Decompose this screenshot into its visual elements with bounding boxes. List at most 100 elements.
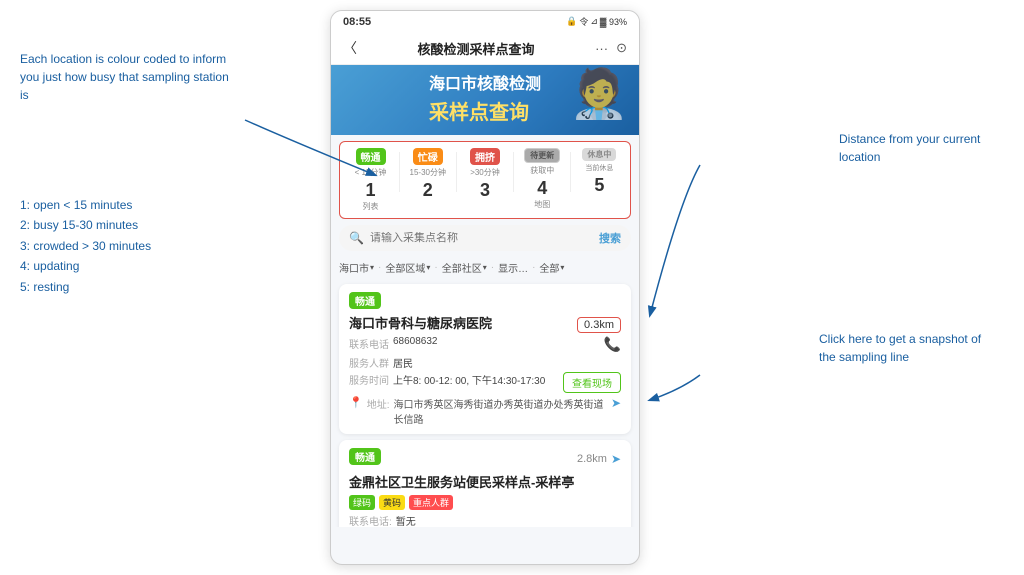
tab-busy-sub: 15-30分钟 (410, 167, 446, 178)
card1-addr-val: 海口市秀英区海秀街道办秀英街道办处秀英街道长信路 (393, 396, 606, 426)
card1-group-val: 居民 (393, 355, 621, 370)
card1-distance: 0.3km (577, 317, 621, 333)
card1-phone-val: 68608632 (393, 336, 600, 347)
badge-busy: 忙碌 (413, 148, 443, 165)
more-icon[interactable]: ··· (595, 41, 608, 56)
location-icon: 📍 (349, 396, 363, 409)
badge-smooth: 畅通 (356, 148, 386, 165)
card1-group-label: 服务人群 (349, 355, 389, 370)
filter-community[interactable]: 全部社区 ▾ (442, 260, 487, 275)
filter-bar: 海口市 ▾ · 全部区域 ▾ · 全部社区 ▾ · 显示… · 全部 ▾ (331, 257, 639, 278)
card1-title: 海口市骨科与糖尿病医院 (349, 313, 492, 332)
phone-icon[interactable]: 📞 (604, 336, 621, 353)
tab-crowded-num: 3 (480, 180, 490, 201)
banner: 海口市核酸检测 采样点查询 🧑‍⚕️ (331, 65, 639, 135)
station-card-2: 畅通 2.8km ➤ 金鼎社区卫生服务站便民采样点-采样亭 绿码 黄码 重点人群… (339, 440, 631, 527)
card1-addr-label: 地址: (367, 396, 390, 411)
left-annotation: Each location is colour coded to inform … (20, 50, 240, 104)
chevron-down-icon-4: ▾ (560, 263, 564, 272)
arrow-right-to-view (650, 375, 700, 400)
tab-smooth-sub: < 15分钟 (355, 167, 387, 178)
tab-smooth[interactable]: 畅通 < 15分钟 1 列表 (346, 148, 396, 212)
card2-phone-row: 联系电话: 暂无 (349, 513, 621, 527)
tab-divider-2 (456, 152, 457, 192)
tab-updating[interactable]: 待更新 获取中 4 地图 (517, 148, 567, 210)
tab-resting-num: 5 (594, 175, 604, 196)
filter-region[interactable]: 全部区域 ▾ (385, 260, 430, 275)
card2-status-badge: 畅通 (349, 448, 381, 465)
tab-updating-label: 地图 (534, 199, 550, 210)
card2-badge-row: 畅通 (349, 448, 381, 465)
card1-group-row: 服务人群 居民 (349, 355, 621, 370)
tab-smooth-label: 列表 (363, 201, 379, 212)
card2-distance: 2.8km (577, 453, 607, 465)
right-bottom-annotation-text: Click here to get a snapshot of the samp… (819, 332, 981, 364)
tab-crowded[interactable]: 拥挤 >30分钟 3 (460, 148, 510, 201)
tag-key-group: 重点人群 (409, 495, 453, 510)
tab-updating-sub: 获取中 (530, 165, 554, 176)
share-icon[interactable]: ➤ (611, 396, 621, 410)
badge-crowded: 拥挤 (470, 148, 500, 165)
legend-5: 5: resting (20, 277, 151, 297)
chevron-down-icon-2: ▾ (426, 263, 430, 272)
tab-divider-3 (513, 152, 514, 192)
nav-title: 核酸检测采样点查询 (418, 39, 535, 58)
tab-crowded-sub: >30分钟 (470, 167, 500, 178)
lock-icon: 🔒 (566, 16, 577, 27)
card2-title: 金鼎社区卫生服务站便民采样点-采样亭 (349, 472, 621, 491)
target-icon[interactable]: ⊙ (616, 40, 627, 56)
legend-4: 4: updating (20, 256, 151, 276)
view-scene-button[interactable]: 查看现场 (563, 372, 621, 393)
filter-sep-2: · (434, 262, 437, 273)
card1-time-label: 服务时间 (349, 372, 389, 387)
cards-area: 畅通 海口市骨科与糖尿病医院 0.3km 联系电话 68608632 📞 服务人… (331, 278, 639, 527)
filter-city[interactable]: 海口市 ▾ (339, 260, 374, 275)
tab-resting[interactable]: 休息中 当前休息 5 (574, 148, 624, 196)
search-button[interactable]: 搜索 (599, 230, 621, 246)
chevron-down-icon-3: ▾ (483, 263, 487, 272)
tab-busy[interactable]: 忙碌 15-30分钟 2 (403, 148, 453, 201)
card2-phone-val: 暂无 (396, 513, 621, 527)
card1-addr-row: 📍 地址: 海口市秀英区海秀街道办秀英街道办处秀英街道长信路 ➤ (349, 396, 621, 426)
card1-status-badge: 畅通 (349, 292, 381, 309)
filter-show[interactable]: 显示… (498, 260, 528, 275)
legend-3: 3: crowded > 30 minutes (20, 236, 151, 256)
phone-mockup: 08:55 🔒 令 ⊿ ▓ 93% 〈 核酸检测采样点查询 ··· ⊙ 海口市核… (330, 10, 640, 565)
left-annotation-text: Each location is colour coded to inform … (20, 52, 229, 102)
search-bar: 🔍 搜索 (339, 225, 631, 251)
card1-time-val: 上午8: 00-12: 00, 下午14:30-17:30 (393, 372, 559, 387)
back-button[interactable]: 〈 (343, 38, 357, 58)
battery-icon: ▓ 93% (600, 17, 627, 27)
legend-area: 1: open < 15 minutes 2: busy 15-30 minut… (20, 195, 151, 297)
status-bar: 08:55 🔒 令 ⊿ ▓ 93% (331, 11, 639, 32)
right-top-annotation-text: Distance from your current location (839, 132, 980, 164)
tag-green: 绿码 (349, 495, 375, 510)
filter-sep-1: · (378, 262, 381, 273)
tab-busy-num: 2 (423, 180, 433, 201)
banner-figure: 🧑‍⚕️ (569, 65, 629, 122)
wifi-icon: 令 (579, 15, 588, 28)
chevron-down-icon: ▾ (370, 263, 374, 272)
tab-resting-sub: 当前休息 (585, 163, 613, 173)
badge-updating: 待更新 (524, 148, 560, 163)
card2-phone-label: 联系电话: (349, 513, 392, 527)
card1-phone-label: 联系电话 (349, 336, 389, 351)
card1-phone-row: 联系电话 68608632 📞 (349, 336, 621, 353)
card1-time-row: 服务时间 上午8: 00-12: 00, 下午14:30-17:30 查看现场 (349, 372, 621, 393)
filter-sep-3: · (491, 262, 494, 273)
status-time: 08:55 (343, 16, 371, 28)
share-icon-2[interactable]: ➤ (611, 452, 621, 466)
tab-divider-1 (399, 152, 400, 192)
tab-smooth-num: 1 (366, 180, 376, 201)
filter-all[interactable]: 全部 ▾ (539, 260, 564, 275)
search-input[interactable] (370, 232, 593, 244)
signal-icon: ⊿ (590, 16, 598, 27)
nav-actions: ··· ⊙ (595, 40, 627, 56)
status-icons: 🔒 令 ⊿ ▓ 93% (566, 15, 627, 28)
tag-yellow: 黄码 (379, 495, 405, 510)
badge-resting: 休息中 (582, 148, 616, 161)
search-icon: 🔍 (349, 231, 364, 245)
legend-2: 2: busy 15-30 minutes (20, 215, 151, 235)
right-bottom-annotation: Click here to get a snapshot of the samp… (819, 330, 999, 366)
tab-updating-num: 4 (537, 178, 547, 199)
